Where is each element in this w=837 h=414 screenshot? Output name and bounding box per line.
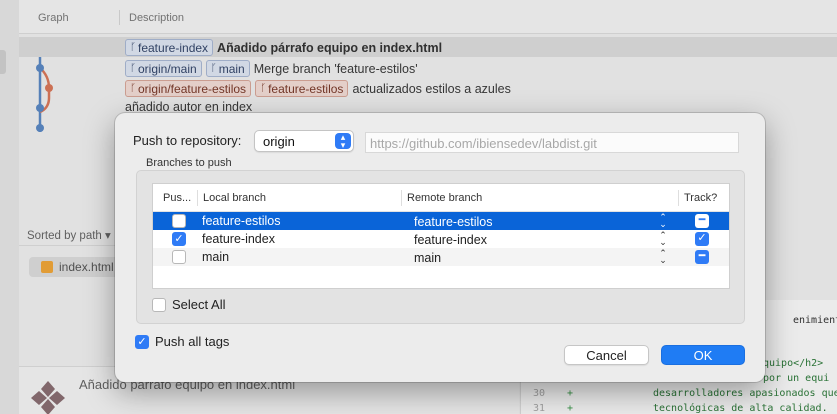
push-dialog: Push to repository: origin ▴ ▾ https://gi… xyxy=(115,113,765,382)
push-checkbox[interactable]: ✓ xyxy=(172,232,186,246)
remote-branch[interactable]: main xyxy=(414,251,441,265)
remote-branch-stepper-icon[interactable]: ⌃ ⌄ xyxy=(658,213,668,229)
empty-row xyxy=(153,266,729,284)
local-branch-column-header[interactable]: Local branch xyxy=(203,192,266,204)
push-column-header[interactable]: Pus... xyxy=(163,192,191,204)
branches-group: Pus... Local branch Remote branch Track?… xyxy=(136,170,745,324)
push-all-tags-checkbox[interactable]: ✓ xyxy=(135,334,149,349)
remote-branch-column-header[interactable]: Remote branch xyxy=(407,192,482,204)
track-checkbox[interactable]: ━ xyxy=(695,214,709,228)
remote-branch[interactable]: feature-index xyxy=(414,233,487,247)
remote-branch-stepper-icon[interactable]: ⌃ ⌄ xyxy=(658,249,668,265)
select-stepper-icon: ▴ ▾ xyxy=(335,133,351,150)
cancel-button[interactable]: Cancel xyxy=(564,345,649,365)
remote-branch-stepper-icon[interactable]: ⌃ ⌄ xyxy=(658,231,668,247)
repository-select[interactable]: origin ▴ ▾ xyxy=(254,130,354,152)
branches-table: Pus... Local branch Remote branch Track?… xyxy=(152,183,730,289)
push-all-tags-option[interactable]: ✓ Push all tags xyxy=(135,334,229,349)
table-header: Pus... Local branch Remote branch Track? xyxy=(153,184,729,212)
ok-button[interactable]: OK xyxy=(661,345,745,365)
local-branch: feature-index xyxy=(202,232,275,246)
push-checkbox[interactable] xyxy=(172,250,186,264)
branch-row[interactable]: main main ⌃ ⌄ ━ xyxy=(153,248,729,266)
branch-row[interactable]: ✓ feature-index feature-index ⌃ ⌄ ✓ xyxy=(153,230,729,248)
push-to-repository-label: Push to repository: xyxy=(133,133,242,148)
track-column-header[interactable]: Track? xyxy=(684,192,717,204)
local-branch: feature-estilos xyxy=(202,214,281,228)
branches-to-push-label: Branches to push xyxy=(146,157,232,169)
local-branch: main xyxy=(202,250,230,264)
repository-url-field: https://github.com/ibiensedev/labdist.gi… xyxy=(365,132,739,153)
track-checkbox[interactable]: ━ xyxy=(695,250,709,264)
push-checkbox[interactable] xyxy=(172,214,186,228)
branch-row[interactable]: feature-estilos feature-estilos ⌃ ⌄ ━ xyxy=(153,212,729,230)
track-checkbox[interactable]: ✓ xyxy=(695,232,709,246)
remote-branch[interactable]: feature-estilos xyxy=(414,215,493,229)
select-all-option[interactable]: Select All xyxy=(152,297,225,312)
select-all-checkbox[interactable] xyxy=(152,297,166,312)
